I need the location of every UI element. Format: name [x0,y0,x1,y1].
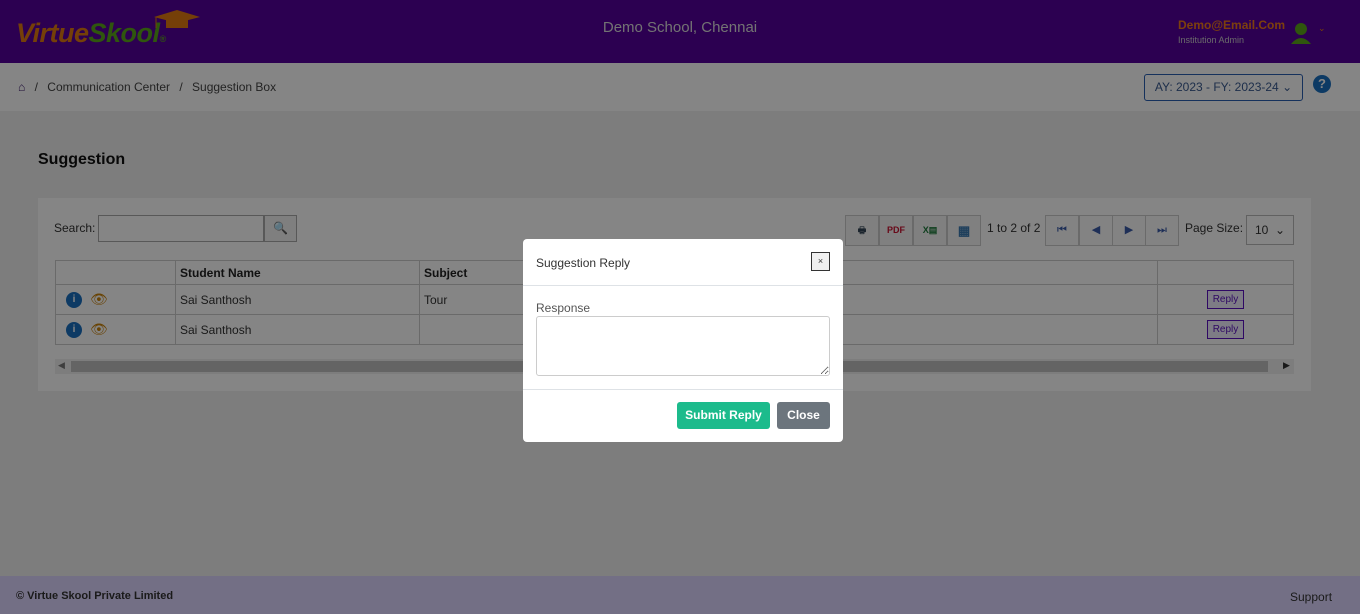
response-label: Response [536,301,591,315]
divider [523,285,843,286]
response-textarea[interactable] [536,316,830,376]
submit-reply-button[interactable]: Submit Reply [677,402,770,429]
close-icon[interactable]: × [811,252,830,271]
close-button[interactable]: Close [777,402,830,429]
divider [523,389,843,390]
suggestion-reply-modal: Suggestion Reply × Response Submit Reply… [523,239,843,442]
modal-title: Suggestion Reply [536,256,631,270]
